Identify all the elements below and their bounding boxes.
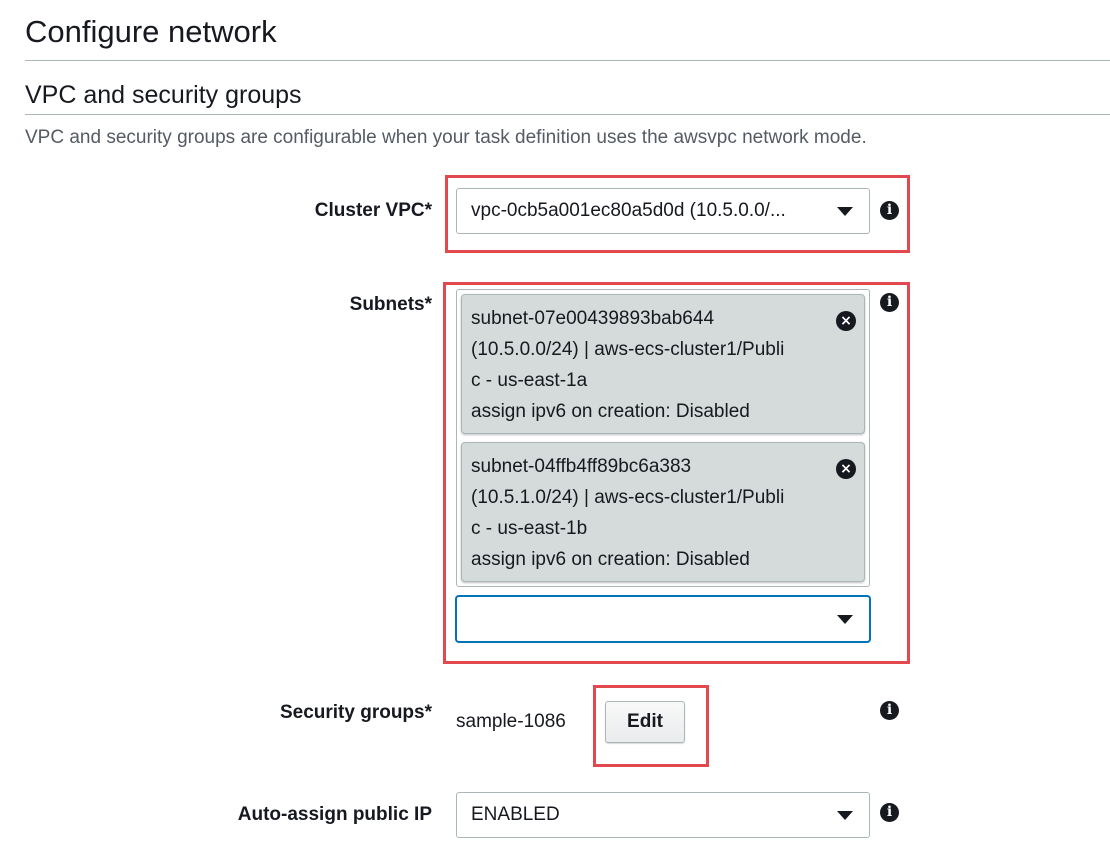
auto-assign-ip-value: ENABLED	[471, 804, 560, 825]
cluster-vpc-label: Cluster VPC*	[314, 200, 432, 221]
subnet-token-ipv6: assign ipv6 on creation: Disabled	[471, 401, 750, 422]
remove-token-icon[interactable]: ×	[836, 311, 856, 331]
section-divider	[25, 114, 1110, 115]
subnet-token-id: subnet-04ffb4ff89bc6a383	[471, 456, 692, 477]
section-description: VPC and security groups are configurable…	[25, 127, 867, 148]
cluster-vpc-value: vpc-0cb5a001ec80a5d0d (10.5.0.0/...	[471, 200, 786, 221]
title-divider	[25, 60, 1110, 61]
subnet-token-cidr: (10.5.1.0/24) | aws-ecs-cluster1/Publi	[471, 487, 785, 508]
subnet-token-ipv6: assign ipv6 on creation: Disabled	[471, 549, 750, 570]
subnet-token-cidr: (10.5.0.0/24) | aws-ecs-cluster1/Publi	[471, 339, 785, 360]
info-icon[interactable]: i	[880, 803, 899, 822]
edit-security-groups-button[interactable]: Edit	[605, 701, 685, 743]
security-groups-value: sample-1086	[456, 711, 566, 732]
info-icon[interactable]: i	[880, 293, 899, 312]
page-title: Configure network	[25, 14, 277, 49]
security-groups-label: Security groups*	[279, 702, 432, 723]
info-icon[interactable]: i	[880, 701, 899, 720]
caret-down-icon	[837, 810, 853, 820]
subnets-label: Subnets*	[349, 294, 432, 315]
auto-assign-ip-select[interactable]: ENABLED	[456, 792, 870, 838]
cluster-vpc-select[interactable]: vpc-0cb5a001ec80a5d0d (10.5.0.0/...	[456, 188, 870, 234]
caret-down-icon	[837, 614, 853, 624]
section-title: VPC and security groups	[25, 81, 302, 109]
subnet-token-az: c - us-east-1a	[471, 370, 588, 391]
auto-assign-ip-label: Auto-assign public IP	[237, 804, 432, 825]
subnets-select[interactable]	[456, 596, 870, 642]
subnet-token-id: subnet-07e00439893bab644	[471, 308, 715, 329]
subnets-token-list: subnet-07e00439893bab644 (10.5.0.0/24) |…	[456, 289, 870, 587]
subnet-token: subnet-07e00439893bab644 (10.5.0.0/24) |…	[461, 294, 865, 434]
info-icon[interactable]: i	[880, 201, 899, 220]
caret-down-icon	[837, 206, 853, 216]
remove-token-icon[interactable]: ×	[836, 459, 856, 479]
subnet-token: subnet-04ffb4ff89bc6a383 (10.5.1.0/24) |…	[461, 442, 865, 582]
subnet-token-az: c - us-east-1b	[471, 518, 588, 539]
